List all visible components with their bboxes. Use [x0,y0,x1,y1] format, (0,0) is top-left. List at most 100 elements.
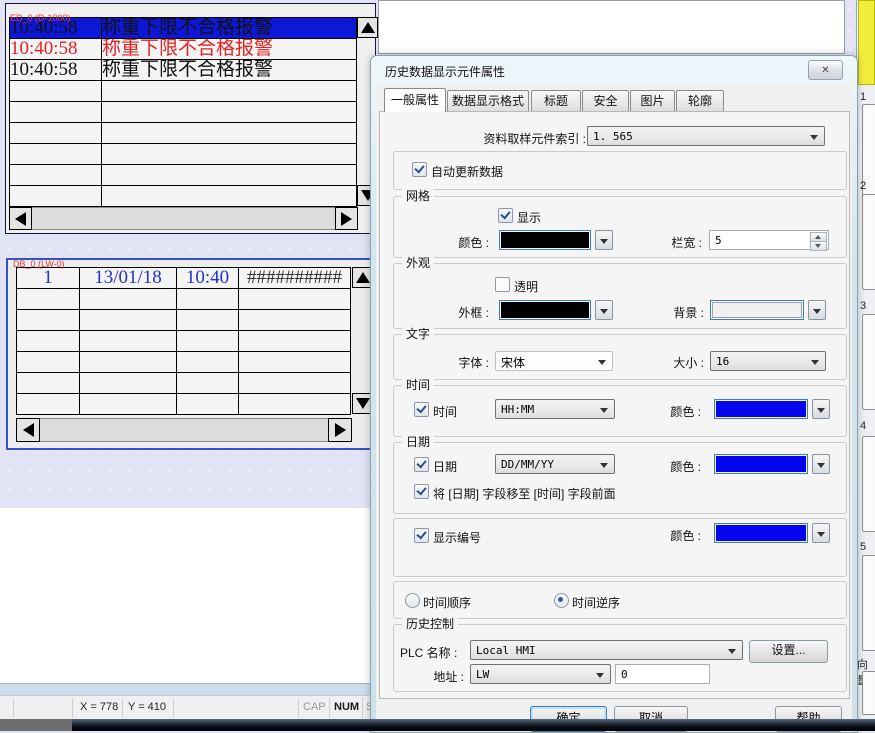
grid-color-picker[interactable] [499,230,613,250]
tab-label: 数据显示格式 [452,94,524,108]
color-dropdown-button[interactable] [595,230,613,250]
tab-security[interactable]: 安全 [582,90,629,111]
time-checkbox[interactable] [414,402,429,417]
show-number-checkbox[interactable] [414,528,429,543]
combobox-value: Local HMI [476,644,536,657]
object-label: DB_0 (LW-0) [13,259,65,269]
object-label: ED_0 (D-1000) [10,13,71,23]
color-swatch [716,525,806,541]
palette-item-box[interactable] [862,194,875,290]
horizontal-scroll-track[interactable] [9,207,358,230]
alarm-text: 称重下限不合格报警 [102,18,357,39]
time-descending-radio[interactable] [554,593,569,608]
radio-dot-icon [558,597,563,602]
dropdown-arrow-icon [810,135,818,140]
color-swatch [501,302,589,318]
scroll-up-button[interactable] [357,17,378,38]
grid-show-checkbox[interactable] [498,208,513,223]
frame-color-picker[interactable] [499,300,613,320]
size-label: 大小 : [642,354,704,371]
transparent-checkbox[interactable] [495,277,510,292]
time-color-picker[interactable] [714,399,830,419]
date-before-time-checkbox[interactable] [414,484,429,499]
tab-label: 图片 [640,94,664,108]
table-row [17,394,351,415]
right-arrow-icon [341,212,352,226]
library-side-panel[interactable]: 1 2 3 4 5 向量 [856,0,875,731]
sample-index-combobox[interactable]: 1. 565 [587,126,825,146]
time-format-combobox[interactable]: HH:MM [495,399,615,419]
scroll-left-button[interactable] [9,207,32,230]
color-dropdown-button[interactable] [808,300,826,320]
tab-label: 轮廓 [688,94,712,108]
spin-down-button[interactable] [810,241,827,251]
table-row [17,310,351,331]
dropdown-arrow-icon [600,463,608,468]
table-row [17,352,351,373]
tab-picture[interactable]: 图片 [630,90,675,111]
scroll-left-button[interactable] [16,418,40,442]
grid-show-label: 显示 [517,209,541,226]
palette-item-box[interactable] [862,314,875,410]
color-dropdown-button[interactable] [812,454,830,474]
date-color-picker[interactable] [714,454,830,474]
time-ascending-label: 时间顺序 [423,594,471,611]
bg-color-picker[interactable] [710,300,826,320]
horizontal-scroll-track[interactable] [16,418,352,442]
color-dropdown-button[interactable] [595,300,613,320]
grid-color-label: 颜色 : [429,234,489,251]
scroll-right-button[interactable] [335,207,358,230]
tab-data-format[interactable]: 数据显示格式 [447,90,529,111]
palette-item-box[interactable] [862,555,875,651]
combobox-value: LW [476,668,489,681]
color-swatch [716,401,806,417]
selected-item-highlight[interactable] [858,0,875,85]
tab-general[interactable]: 一般属性 [384,88,446,112]
frame-color-label: 外框 : [429,304,489,321]
group-title: 外观 [402,256,434,270]
tab-caption[interactable]: 标题 [531,90,581,111]
time-descending-label: 时间逆序 [572,594,620,611]
size-combobox[interactable]: 16 [710,351,826,371]
close-button[interactable]: ✕ [808,60,843,80]
combobox-value: 1. 565 [593,130,633,143]
time-label: 时间 [433,403,457,420]
history-no: 1 [17,268,80,289]
alarm-display-widget[interactable]: ED_0 (D-1000) 10:40:58 称重下限不合格报警 10:40:5… [5,3,376,234]
auto-update-checkbox[interactable] [412,162,427,177]
table-row [17,289,351,310]
check-icon [500,209,510,220]
alarm-text: 称重下限不合格报警 [102,60,357,81]
os-taskbar[interactable] [0,719,875,731]
dialog-title: 历史数据显示元件属性 [385,63,505,80]
dropdown-arrow-icon [811,360,819,365]
palette-item-box[interactable] [862,436,875,532]
font-label: 字体 : [429,354,489,371]
table-row [10,102,357,123]
font-combobox[interactable]: 宋体 [495,351,613,371]
time-ascending-radio[interactable] [405,593,420,608]
transparent-label: 透明 [514,278,538,295]
palette-item-number: 4 [860,420,866,432]
scroll-right-button[interactable] [328,418,352,442]
date-format-combobox[interactable]: DD/MM/YY [495,454,615,474]
num-lock-indicator: NUM [334,701,359,713]
number-color-picker[interactable] [714,523,830,543]
grid-colwidth-spinner[interactable]: 5 [709,230,829,250]
settings-button[interactable]: 设置... [749,640,828,663]
date-checkbox[interactable] [414,457,429,472]
combobox-value: DD/MM/YY [501,458,554,471]
tab-label: 安全 [593,94,617,108]
button-label: 设置... [771,643,805,657]
address-type-combobox[interactable]: LW [470,664,611,684]
color-dropdown-button[interactable] [812,399,830,419]
plc-name-combobox[interactable]: Local HMI [470,640,743,660]
history-data-widget[interactable]: DB_0 (LW-0) 1 13/01/18 10:40 ########## [6,258,378,450]
address-value-input[interactable]: 0 [615,664,710,684]
check-icon [416,485,426,496]
tab-label: 标题 [544,94,568,108]
up-arrow-icon [361,22,375,33]
color-dropdown-button[interactable] [812,523,830,543]
palette-item-box[interactable] [862,671,875,715]
tab-profile[interactable]: 轮廓 [676,90,724,111]
